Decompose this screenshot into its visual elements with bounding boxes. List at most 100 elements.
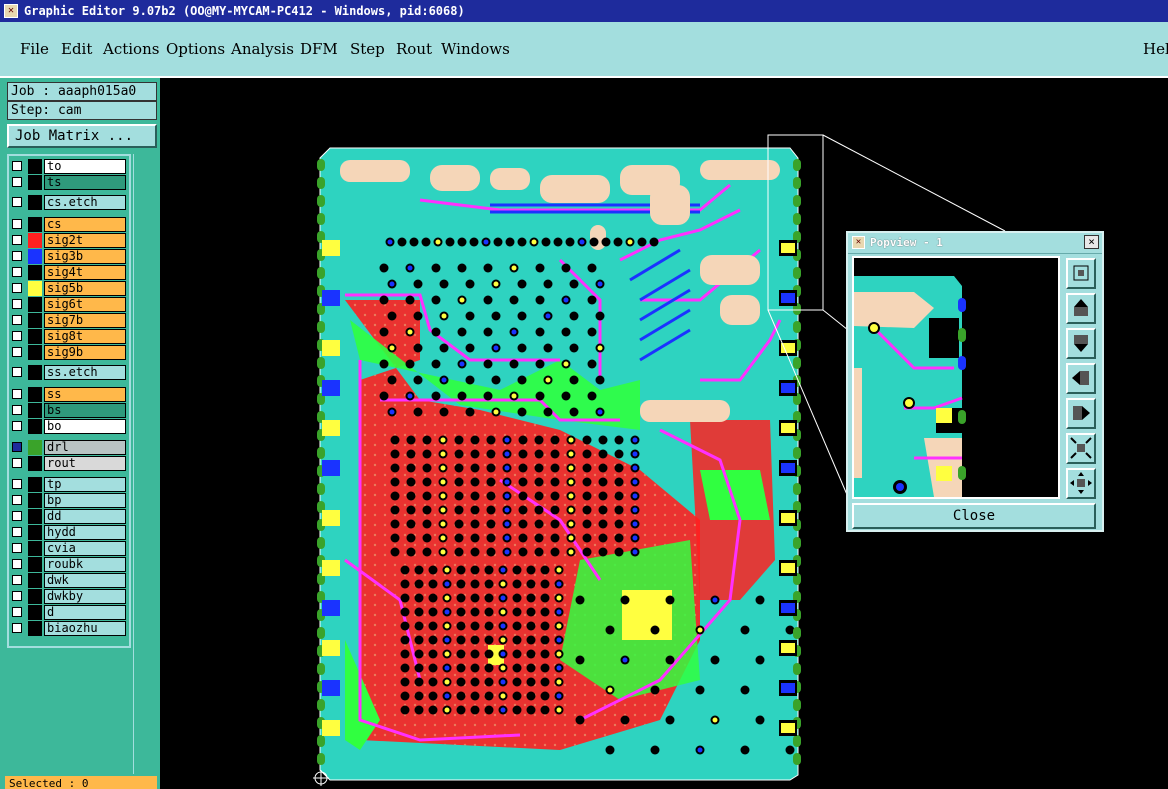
layer-name[interactable]: sig4t xyxy=(44,265,126,280)
layer-color-swatch[interactable] xyxy=(28,509,42,524)
layer-name[interactable]: sig3b xyxy=(44,249,126,264)
layer-color-swatch[interactable] xyxy=(28,419,42,434)
layer-name[interactable]: cvia xyxy=(44,541,126,556)
layer-color-swatch[interactable] xyxy=(28,297,42,312)
layer-name[interactable]: ss.etch xyxy=(44,365,126,380)
layer-name[interactable]: bp xyxy=(44,493,126,508)
layer-checkbox[interactable] xyxy=(12,251,22,261)
layer-checkbox[interactable] xyxy=(12,527,22,537)
layer-row-sig6t[interactable]: sig6t xyxy=(10,297,128,312)
layer-row-roubk[interactable]: roubk xyxy=(10,557,128,572)
popview-viewport[interactable] xyxy=(852,256,1060,499)
layer-row-ts[interactable]: ts xyxy=(10,175,128,190)
layer-checkbox[interactable] xyxy=(12,511,22,521)
layer-checkbox[interactable] xyxy=(12,495,22,505)
menu-windows[interactable]: Windows xyxy=(441,40,510,58)
layer-name[interactable]: dd xyxy=(44,509,126,524)
layer-row-sig4t[interactable]: sig4t xyxy=(10,265,128,280)
layer-color-swatch[interactable] xyxy=(28,477,42,492)
layer-name[interactable]: bo xyxy=(44,419,126,434)
layer-color-swatch[interactable] xyxy=(28,456,42,471)
menu-file[interactable]: File xyxy=(20,40,49,58)
layer-color-swatch[interactable] xyxy=(28,557,42,572)
layer-name[interactable]: roubk xyxy=(44,557,126,572)
layer-row-ss[interactable]: ss xyxy=(10,387,128,402)
layer-row-bs[interactable]: bs xyxy=(10,403,128,418)
layer-checkbox[interactable] xyxy=(12,235,22,245)
pan-up-icon[interactable] xyxy=(1066,293,1096,324)
layer-row-d[interactable]: d xyxy=(10,605,128,620)
layer-color-swatch[interactable] xyxy=(28,281,42,296)
layer-name[interactable]: ts xyxy=(44,175,126,190)
menu-analysis[interactable]: Analysis xyxy=(231,40,294,58)
zoom-fit-icon[interactable] xyxy=(1066,258,1096,289)
menu-edit[interactable]: Edit xyxy=(61,40,92,58)
layer-name[interactable]: sig7b xyxy=(44,313,126,328)
pan-left-icon[interactable] xyxy=(1066,363,1096,394)
layer-name[interactable]: cs.etch xyxy=(44,195,126,210)
layer-checkbox[interactable] xyxy=(12,331,22,341)
layer-name[interactable]: d xyxy=(44,605,126,620)
layer-row-bo[interactable]: bo xyxy=(10,419,128,434)
layer-checkbox[interactable] xyxy=(12,591,22,601)
layer-row-dwkby[interactable]: dwkby xyxy=(10,589,128,604)
layer-row-bp[interactable]: bp xyxy=(10,493,128,508)
layer-name[interactable]: dwkby xyxy=(44,589,126,604)
menu-help[interactable]: Help xyxy=(1143,40,1168,58)
layer-color-swatch[interactable] xyxy=(28,440,42,455)
layer-name[interactable]: rout xyxy=(44,456,126,471)
layer-row-sig2t[interactable]: sig2t xyxy=(10,233,128,248)
menu-rout[interactable]: Rout xyxy=(396,40,432,58)
layer-color-swatch[interactable] xyxy=(28,525,42,540)
layer-checkbox[interactable] xyxy=(12,559,22,569)
layer-color-swatch[interactable] xyxy=(28,365,42,380)
job-matrix-button[interactable]: Job Matrix ... xyxy=(7,124,157,148)
layer-checkbox[interactable] xyxy=(12,389,22,399)
menu-options[interactable]: Options xyxy=(166,40,225,58)
layer-color-swatch[interactable] xyxy=(28,233,42,248)
layer-row-sig7b[interactable]: sig7b xyxy=(10,313,128,328)
menu-actions[interactable]: Actions xyxy=(103,40,159,58)
layer-name[interactable]: cs xyxy=(44,217,126,232)
layer-name[interactable]: to xyxy=(44,159,126,174)
layer-name[interactable]: ss xyxy=(44,387,126,402)
layer-checkbox[interactable] xyxy=(12,421,22,431)
layer-name[interactable]: sig6t xyxy=(44,297,126,312)
layer-row-to[interactable]: to xyxy=(10,159,128,174)
menu-step[interactable]: Step xyxy=(350,40,385,58)
layer-row-hydd[interactable]: hydd xyxy=(10,525,128,540)
popview-close-x-button[interactable]: × xyxy=(1084,235,1099,249)
layer-checkbox[interactable] xyxy=(12,458,22,468)
layer-row-dd[interactable]: dd xyxy=(10,509,128,524)
layer-checkbox[interactable] xyxy=(12,405,22,415)
layer-row-sig9b[interactable]: sig9b xyxy=(10,345,128,360)
layer-row-sig8t[interactable]: sig8t xyxy=(10,329,128,344)
layer-row-rout[interactable]: rout xyxy=(10,456,128,471)
layer-color-swatch[interactable] xyxy=(28,589,42,604)
layer-name[interactable]: sig5b xyxy=(44,281,126,296)
layer-checkbox[interactable] xyxy=(12,197,22,207)
layer-name[interactable]: drl xyxy=(44,440,126,455)
layer-row-drl[interactable]: drl xyxy=(10,440,128,455)
layer-color-swatch[interactable] xyxy=(28,387,42,402)
layer-checkbox[interactable] xyxy=(12,543,22,553)
layer-checkbox[interactable] xyxy=(12,575,22,585)
layer-row-biaozhu[interactable]: biaozhu xyxy=(10,621,128,636)
layer-color-swatch[interactable] xyxy=(28,249,42,264)
layer-row-ss-etch[interactable]: ss.etch xyxy=(10,365,128,380)
layer-color-swatch[interactable] xyxy=(28,329,42,344)
layer-name[interactable]: sig8t xyxy=(44,329,126,344)
layer-name[interactable]: sig9b xyxy=(44,345,126,360)
layer-checkbox[interactable] xyxy=(12,479,22,489)
layer-color-swatch[interactable] xyxy=(28,573,42,588)
layer-row-sig3b[interactable]: sig3b xyxy=(10,249,128,264)
layer-checkbox[interactable] xyxy=(12,607,22,617)
layer-row-tp[interactable]: tp xyxy=(10,477,128,492)
layer-row-cvia[interactable]: cvia xyxy=(10,541,128,556)
layer-color-swatch[interactable] xyxy=(28,217,42,232)
layer-row-cs-etch[interactable]: cs.etch xyxy=(10,195,128,210)
layer-color-swatch[interactable] xyxy=(28,195,42,210)
layer-color-swatch[interactable] xyxy=(28,345,42,360)
layer-color-swatch[interactable] xyxy=(28,265,42,280)
layer-name[interactable]: sig2t xyxy=(44,233,126,248)
